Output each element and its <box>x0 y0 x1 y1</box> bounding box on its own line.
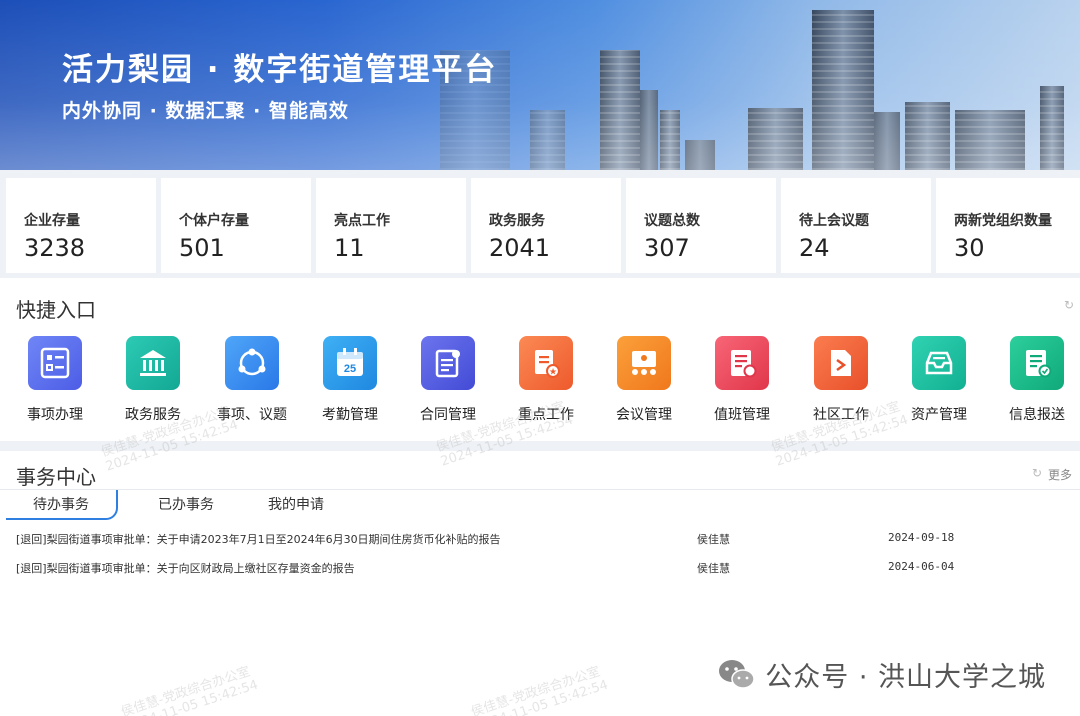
quick-item-info-report[interactable]: 信息报送 <box>992 336 1080 424</box>
community-file-icon <box>814 336 868 390</box>
inbox-tray-icon <box>912 336 966 390</box>
stat-label: 亮点工作 <box>334 213 390 229</box>
quick-item-label: 信息报送 <box>1009 407 1065 423</box>
stats-bar: 企业存量 3238 个体户存量 501 亮点工作 11 政务服务 2041 议题… <box>0 170 1080 278</box>
quick-item-assets[interactable]: 资产管理 <box>894 336 984 424</box>
affair-person: 侯佳慧 <box>697 533 730 546</box>
key-task-icon: ★ <box>519 336 573 390</box>
stat-value: 30 <box>954 234 985 262</box>
quick-item-label: 重点工作 <box>518 407 574 423</box>
affairs-tabs: 待办事务 已办事务 我的申请 <box>0 490 1080 520</box>
quick-item-duty[interactable]: 值班管理 <box>697 336 787 424</box>
duty-icon <box>715 336 769 390</box>
stat-card-individual[interactable]: 个体户存量 501 <box>161 178 311 273</box>
affairs-title: 事务中心 <box>16 465 96 489</box>
calendar-icon: 25 <box>323 336 377 390</box>
stat-card-topics[interactable]: 议题总数 307 <box>626 178 776 273</box>
svg-text:25: 25 <box>344 363 356 375</box>
checklist-icon <box>28 336 82 390</box>
stat-card-gov-service[interactable]: 政务服务 2041 <box>471 178 621 273</box>
affair-person: 侯佳慧 <box>697 562 730 575</box>
stat-label: 个体户存量 <box>179 213 249 229</box>
quick-item-matters-topics[interactable]: 事项、议题 <box>207 336 297 424</box>
stat-label: 企业存量 <box>24 213 80 229</box>
wechat-icon <box>717 658 757 692</box>
report-icon <box>1010 336 1064 390</box>
tab-done[interactable]: 已办事务 <box>158 490 214 520</box>
quick-item-label: 社区工作 <box>813 407 869 423</box>
affair-date: 2024-09-18 <box>888 531 955 544</box>
quick-item-label: 资产管理 <box>911 407 967 423</box>
affair-title[interactable]: [退回]梨园街道事项审批单：关于申请2023年7月1日至2024年6月30日期间… <box>16 531 501 547</box>
refresh-icon[interactable]: ↻ <box>1032 466 1042 480</box>
quick-item-meeting[interactable]: 会议管理 <box>599 336 689 424</box>
table-row[interactable]: [退回]梨园街道事项审批单：关于向区财政局上缴社区存量资金的报告 侯佳慧 202… <box>0 560 1080 580</box>
affair-date: 2024-06-04 <box>888 560 955 573</box>
stat-value: 3238 <box>24 234 86 262</box>
government-building-icon <box>126 336 180 390</box>
quick-item-label: 值班管理 <box>714 407 770 423</box>
quick-item-contract[interactable]: 合同管理 <box>403 336 493 424</box>
stat-value: 307 <box>644 234 690 262</box>
stat-label: 议题总数 <box>644 213 700 229</box>
stat-card-pending-topics[interactable]: 待上会议题 24 <box>781 178 931 273</box>
quick-item-matters[interactable]: 事项办理 <box>10 336 100 424</box>
meeting-icon <box>617 336 671 390</box>
more-link[interactable]: 更多 <box>1048 466 1072 483</box>
table-row[interactable]: [退回]梨园街道事项审批单：关于申请2023年7月1日至2024年6月30日期间… <box>0 531 1080 551</box>
contract-icon <box>421 336 475 390</box>
quick-entry-title: 快捷入口 <box>16 298 96 322</box>
banner-subtitle: 内外协同 · 数据汇聚 · 智能高效 <box>62 100 349 122</box>
header-banner: 活力梨园 · 数字街道管理平台 内外协同 · 数据汇聚 · 智能高效 <box>0 0 1080 170</box>
quick-item-label: 考勤管理 <box>322 407 378 423</box>
quick-item-attendance[interactable]: 25 考勤管理 <box>305 336 395 424</box>
stat-value: 2041 <box>489 234 551 262</box>
quick-item-key-work[interactable]: ★ 重点工作 <box>501 336 591 424</box>
stat-value: 11 <box>334 234 365 262</box>
stat-card-party-orgs[interactable]: 两新党组织数量 30 <box>936 178 1080 273</box>
wechat-account-name: 公众号 · 洪山大学之城 <box>765 662 1046 693</box>
refresh-icon[interactable]: ↻ <box>1064 298 1074 312</box>
wechat-account-mark: 公众号 · 洪山大学之城 <box>717 655 1046 694</box>
stat-value: 501 <box>179 234 225 262</box>
quick-item-label: 会议管理 <box>616 407 672 423</box>
quick-item-label: 合同管理 <box>420 407 476 423</box>
quick-item-label: 政务服务 <box>125 407 181 423</box>
quick-item-label: 事项、议题 <box>217 407 287 423</box>
section-divider <box>0 441 1080 451</box>
stat-label: 政务服务 <box>489 213 545 229</box>
share-network-icon <box>225 336 279 390</box>
stat-label: 两新党组织数量 <box>954 213 1052 229</box>
banner-title: 活力梨园 · 数字街道管理平台 <box>62 52 498 88</box>
stat-card-highlight[interactable]: 亮点工作 11 <box>316 178 466 273</box>
svg-text:★: ★ <box>549 368 557 378</box>
tab-my-applications[interactable]: 我的申请 <box>268 490 324 520</box>
stat-label: 待上会议题 <box>799 213 869 229</box>
quick-item-community[interactable]: 社区工作 <box>796 336 886 424</box>
quick-item-label: 事项办理 <box>27 407 83 423</box>
stat-card-enterprise[interactable]: 企业存量 3238 <box>6 178 156 273</box>
stat-value: 24 <box>799 234 830 262</box>
affair-title[interactable]: [退回]梨园街道事项审批单：关于向区财政局上缴社区存量资金的报告 <box>16 560 355 576</box>
quick-item-gov-service[interactable]: 政务服务 <box>108 336 198 424</box>
tab-pending[interactable]: 待办事务 <box>6 490 118 520</box>
